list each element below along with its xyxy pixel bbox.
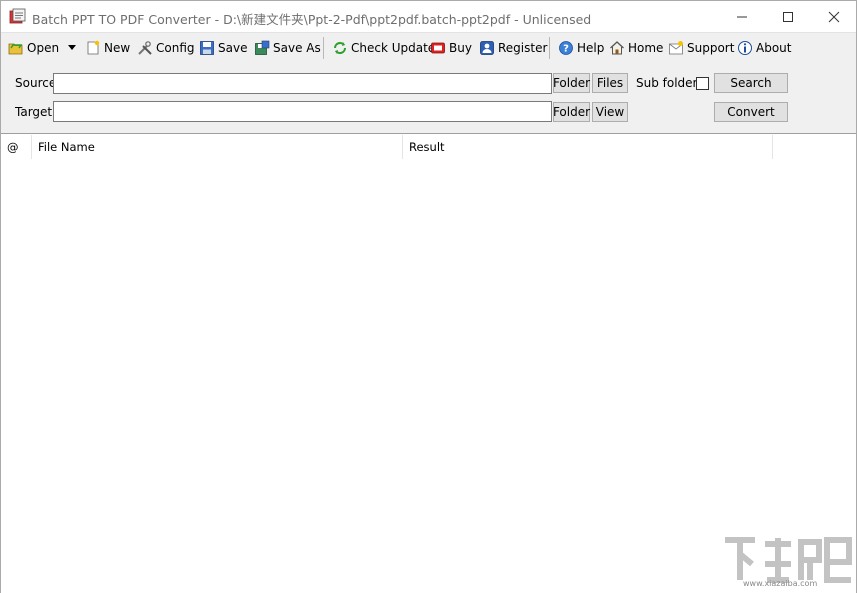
files-button[interactable]: Files [592,73,628,93]
list-header: @ File Name Result [1,135,856,159]
source-label: Source [15,76,57,90]
file-list[interactable]: @ File Name Result [1,135,856,593]
title-bar: Batch PPT TO PDF Converter - D:\新建文件夹\Pp… [1,1,856,32]
refresh-icon [334,42,346,54]
about-button[interactable]: About [737,37,791,59]
home-label: Home [628,41,664,55]
minimize-icon [737,16,747,17]
config-button[interactable]: Config [137,37,195,59]
tools-icon [138,41,152,55]
view-button[interactable]: View [592,102,628,122]
support-button[interactable]: Support [668,37,734,59]
list-body[interactable] [1,159,856,593]
app-window: Batch PPT TO PDF Converter - D:\新建文件夹\Pp… [0,0,857,593]
column-header-file-name[interactable]: File Name [32,135,403,159]
subfolders-checkbox[interactable] [696,77,709,90]
watermark-url: www.xiazaiba.com [743,579,818,588]
svg-text:?: ? [563,44,569,55]
new-button[interactable]: New [85,37,130,59]
support-label: Support [687,41,735,55]
target-folder-button[interactable]: Folder [553,102,590,122]
open-label: Open [27,41,60,55]
user-register-icon [480,41,494,55]
minimize-button[interactable] [719,1,765,32]
check-update-label: Check Update [351,41,436,55]
help-label: Help [577,41,605,55]
open-folder-icon [8,43,23,55]
new-file-icon [87,40,100,55]
help-button[interactable]: ? Help [558,37,604,59]
toolbar: Open New Config Save Save As Check Updat… [1,32,856,62]
about-label: About [756,41,792,55]
home-icon [610,41,624,55]
close-icon [828,11,840,22]
config-label: Config [156,41,195,55]
help-icon: ? [559,41,573,55]
save-button[interactable]: Save [199,37,247,59]
info-icon [738,41,752,55]
toolbar-separator [323,37,324,59]
toolbar-separator [549,37,550,59]
buy-button[interactable]: Buy [430,37,472,59]
shopping-cart-icon [431,42,445,54]
new-label: New [104,41,131,55]
maximize-button[interactable] [765,1,811,32]
maximize-icon [783,11,793,22]
column-header-result[interactable]: Result [403,135,773,159]
save-as-button[interactable]: Save As [254,37,321,59]
search-button[interactable]: Search [714,73,788,93]
target-input[interactable] [53,101,552,122]
open-dropdown-arrow-icon[interactable] [68,45,76,50]
window-title: Batch PPT TO PDF Converter - D:\新建文件夹\Pp… [32,12,592,27]
settings-panel: Source Folder Files Sub folders Search T… [1,62,856,134]
buy-label: Buy [449,41,472,55]
open-button[interactable]: Open [8,37,59,59]
close-button[interactable] [811,1,857,32]
save-as-icon [255,40,270,55]
register-label: Register [498,41,548,55]
register-button[interactable]: Register [479,37,547,59]
column-header-status[interactable]: @ [1,135,32,159]
target-label: Target [15,105,53,119]
save-as-label: Save As [273,41,321,55]
check-update-button[interactable]: Check Update [332,37,435,59]
save-label: Save [218,41,248,55]
source-input[interactable] [53,73,552,94]
convert-button[interactable]: Convert [714,102,788,122]
support-icon [669,41,683,55]
source-folder-button[interactable]: Folder [553,73,590,93]
home-button[interactable]: Home [609,37,663,59]
subfolders-label: Sub folders [636,76,704,90]
save-disk-icon [200,41,214,55]
app-logo-icon [9,8,26,24]
